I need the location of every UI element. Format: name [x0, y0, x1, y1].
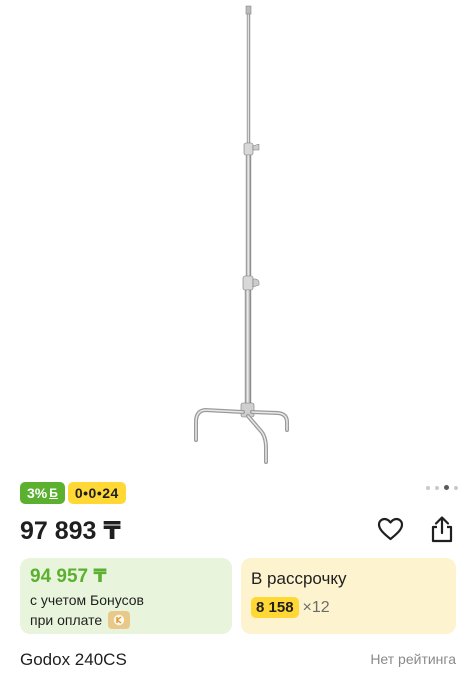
- installment-title: В рассрочку: [251, 569, 347, 588]
- pay-method-row: при оплате: [30, 610, 222, 630]
- gallery-dot[interactable]: [454, 485, 458, 490]
- installment-amount: 8 158: [251, 597, 299, 618]
- product-name: Godox 240CS: [20, 650, 127, 669]
- bonus-price-card[interactable]: 94 957 ₸ с учетом Бонусов при оплате: [20, 558, 232, 634]
- product-image-gallery[interactable]: [0, 0, 476, 478]
- bonus-note: с учетом Бонусов: [30, 592, 144, 608]
- bonus-price: 94 957 ₸: [30, 566, 107, 587]
- bonus-percent: 3%: [27, 485, 48, 501]
- share-button[interactable]: [428, 514, 456, 544]
- promo-badges: 3% Б 0•0•24: [20, 482, 126, 504]
- c-stand-image: [194, 5, 289, 464]
- gallery-dot-active[interactable]: [444, 485, 449, 490]
- installment-card[interactable]: В рассрочку 8 158 ×12: [241, 558, 456, 634]
- bonus-sign: Б: [49, 486, 58, 500]
- gallery-dot[interactable]: [426, 485, 430, 490]
- product-price: 97 893 ₸: [20, 517, 121, 545]
- kaspi-logo-icon: [108, 611, 131, 629]
- pay-label: при оплате: [30, 612, 103, 628]
- payment-options: 94 957 ₸ с учетом Бонусов при оплате В р…: [20, 558, 456, 634]
- share-icon: [431, 516, 453, 543]
- installment-badge: 0•0•24: [67, 482, 126, 504]
- favorite-button[interactable]: [376, 514, 404, 544]
- installment-multiplier: ×12: [302, 598, 330, 616]
- gallery-dot[interactable]: [435, 485, 439, 490]
- gallery-pagination[interactable]: [426, 485, 458, 490]
- heart-icon: [377, 517, 403, 541]
- bonus-badge: 3% Б: [20, 482, 65, 504]
- product-actions: [376, 514, 456, 544]
- installment-row: 8 158 ×12: [251, 597, 446, 618]
- rating-status[interactable]: Нет рейтинга: [370, 651, 456, 667]
